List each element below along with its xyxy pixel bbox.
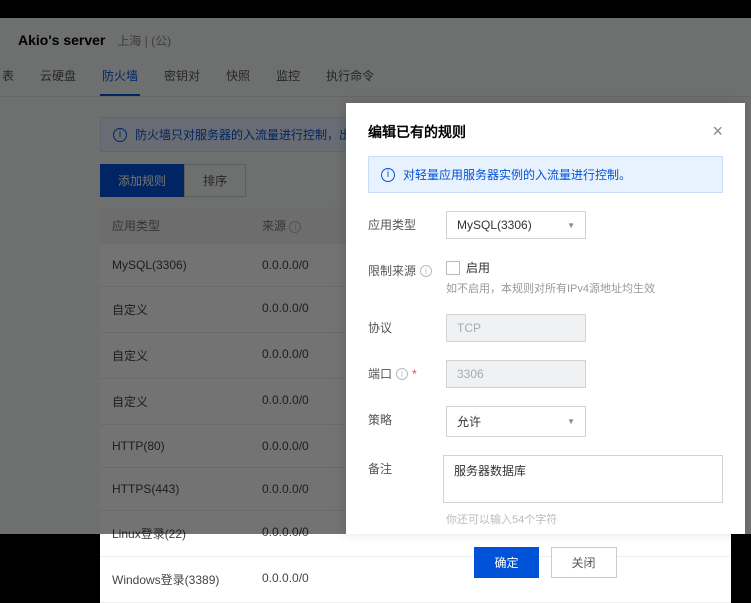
enable-checkbox[interactable] xyxy=(446,261,460,275)
port-value: 3306 xyxy=(457,367,484,381)
port-input: 3306 xyxy=(446,360,586,388)
row-source-limit: 限制来源 i 启用 如不启用，本规则对所有IPv4源地址均生效 xyxy=(368,257,723,296)
row-remark: 备注 服务器数据库 xyxy=(368,455,723,503)
info-icon: i xyxy=(381,168,395,182)
chevron-down-icon: ▼ xyxy=(567,417,575,426)
help-icon[interactable]: i xyxy=(396,368,408,380)
label-source-limit: 限制来源 i xyxy=(368,257,446,279)
row-protocol: 协议 TCP xyxy=(368,314,723,342)
app-type-select[interactable]: MySQL(3306) ▼ xyxy=(446,211,586,239)
label-port: 端口 i * xyxy=(368,360,446,382)
label-remark: 备注 xyxy=(368,455,443,477)
modal-notice-text: 对轻量应用服务器实例的入流量进行控制。 xyxy=(403,166,631,183)
modal-header: 编辑已有的规则 × xyxy=(368,121,723,142)
chevron-down-icon: ▼ xyxy=(567,221,575,230)
modal-title-text: 编辑已有的规则 xyxy=(368,122,466,142)
edit-rule-modal: 编辑已有的规则 × i 对轻量应用服务器实例的入流量进行控制。 应用类型 MyS… xyxy=(346,103,745,534)
row-policy: 策略 允许 ▼ xyxy=(368,406,723,437)
close-icon[interactable]: × xyxy=(712,121,723,142)
modal-notice: i 对轻量应用服务器实例的入流量进行控制。 xyxy=(368,156,723,193)
protocol-value: TCP xyxy=(457,321,481,335)
required-mark: * xyxy=(412,367,417,381)
cell-source: 0.0.0.0/0 xyxy=(250,557,370,602)
cell-app-type: Windows登录(3389) xyxy=(100,557,250,602)
remark-value: 服务器数据库 xyxy=(454,464,526,478)
help-icon[interactable]: i xyxy=(420,265,432,277)
row-port: 端口 i * 3306 xyxy=(368,360,723,388)
cancel-button[interactable]: 关闭 xyxy=(551,547,617,578)
app-type-value: MySQL(3306) xyxy=(457,218,532,232)
protocol-input: TCP xyxy=(446,314,586,342)
source-hint: 如不启用，本规则对所有IPv4源地址均生效 xyxy=(446,280,723,296)
label-app-type: 应用类型 xyxy=(368,211,446,233)
enable-label: 启用 xyxy=(466,259,490,276)
policy-select[interactable]: 允许 ▼ xyxy=(446,406,586,437)
policy-value: 允许 xyxy=(457,413,481,430)
row-app-type: 应用类型 MySQL(3306) ▼ xyxy=(368,211,723,239)
label-policy: 策略 xyxy=(368,406,446,428)
ok-button[interactable]: 确定 xyxy=(474,547,538,578)
enable-checkbox-row[interactable]: 启用 xyxy=(446,257,723,276)
label-protocol: 协议 xyxy=(368,314,446,336)
remark-input[interactable]: 服务器数据库 xyxy=(443,455,723,503)
char-count-hint: 你还可以输入54个字符 xyxy=(368,511,723,527)
modal-footer: 确定 关闭 xyxy=(368,539,723,592)
